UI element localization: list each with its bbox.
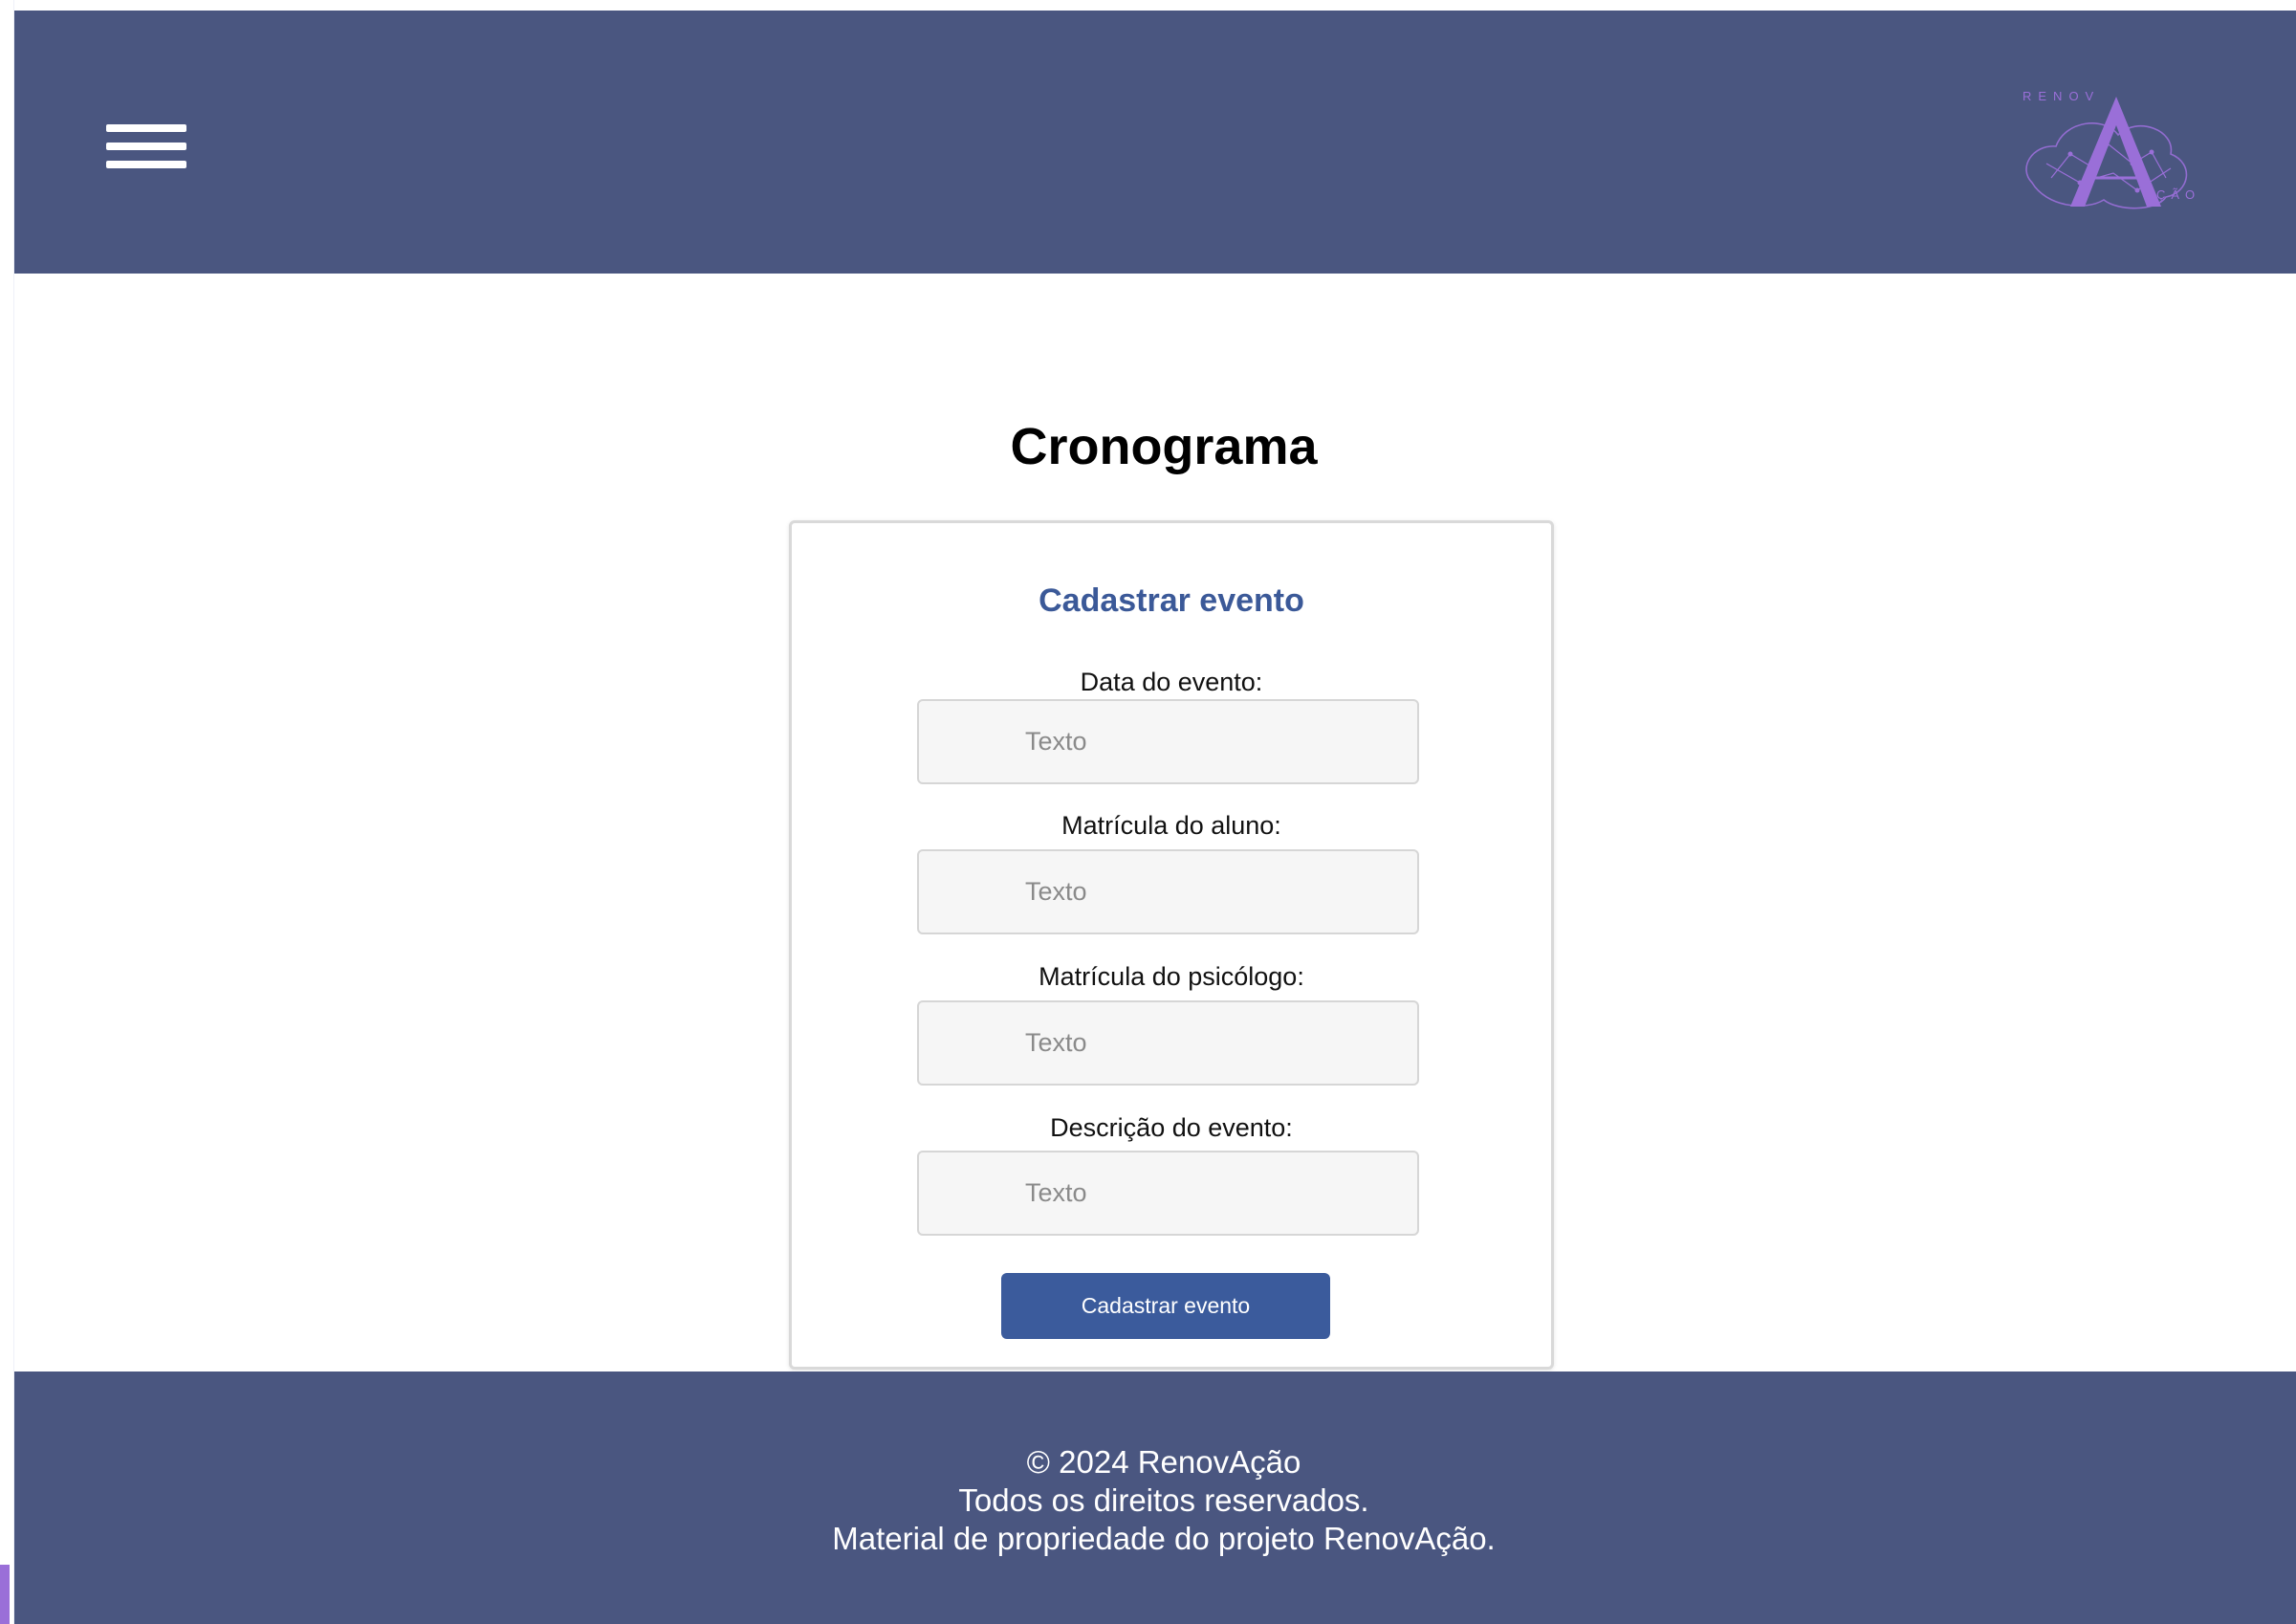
hamburger-menu-icon[interactable]	[98, 111, 196, 178]
form-title: Cadastrar evento	[1039, 582, 1304, 619]
event-description-label: Descrição do evento:	[1050, 1113, 1293, 1142]
event-form-card: Cadastrar evento Data do evento: Matrícu…	[789, 520, 1554, 1370]
footer-rights: Todos os direitos reservados.	[958, 1482, 1369, 1518]
left-edge-strip	[0, 0, 14, 1624]
menu-bar-top	[106, 124, 186, 132]
footer-copyright: © 2024 RenovAção	[1026, 1444, 1301, 1480]
footer: © 2024 RenovAção Todos os direitos reser…	[14, 1372, 2296, 1624]
event-description-input[interactable]	[917, 1151, 1419, 1236]
menu-bar-bottom	[106, 161, 186, 168]
logo-text-bottom: ÇÃO	[2156, 187, 2200, 202]
psychologist-id-label: Matrícula do psicólogo:	[1039, 962, 1304, 991]
event-date-input[interactable]	[917, 699, 1419, 784]
corner-accent	[0, 1565, 10, 1624]
psychologist-id-input[interactable]	[917, 1000, 1419, 1086]
page: RENOV ÇÃO Cronograma Cadastrar evento Da…	[0, 0, 2296, 1624]
page-title: Cronograma	[1010, 418, 1318, 475]
top-strip	[0, 0, 2296, 11]
student-id-label: Matrícula do aluno:	[1061, 811, 1281, 840]
event-date-label: Data do evento:	[1080, 668, 1263, 696]
menu-bar-middle	[106, 143, 186, 150]
register-event-button[interactable]: Cadastrar evento	[1001, 1273, 1330, 1339]
renovacao-logo: RENOV ÇÃO	[2023, 89, 2200, 209]
header-bar: RENOV ÇÃO	[14, 11, 2296, 274]
student-id-input[interactable]	[917, 849, 1419, 934]
logo-text-top: RENOV	[2023, 89, 2100, 103]
main-content: Cronograma Cadastrar evento Data do even…	[14, 274, 2296, 1372]
footer-ownership: Material de propriedade do projeto Renov…	[832, 1521, 1496, 1556]
